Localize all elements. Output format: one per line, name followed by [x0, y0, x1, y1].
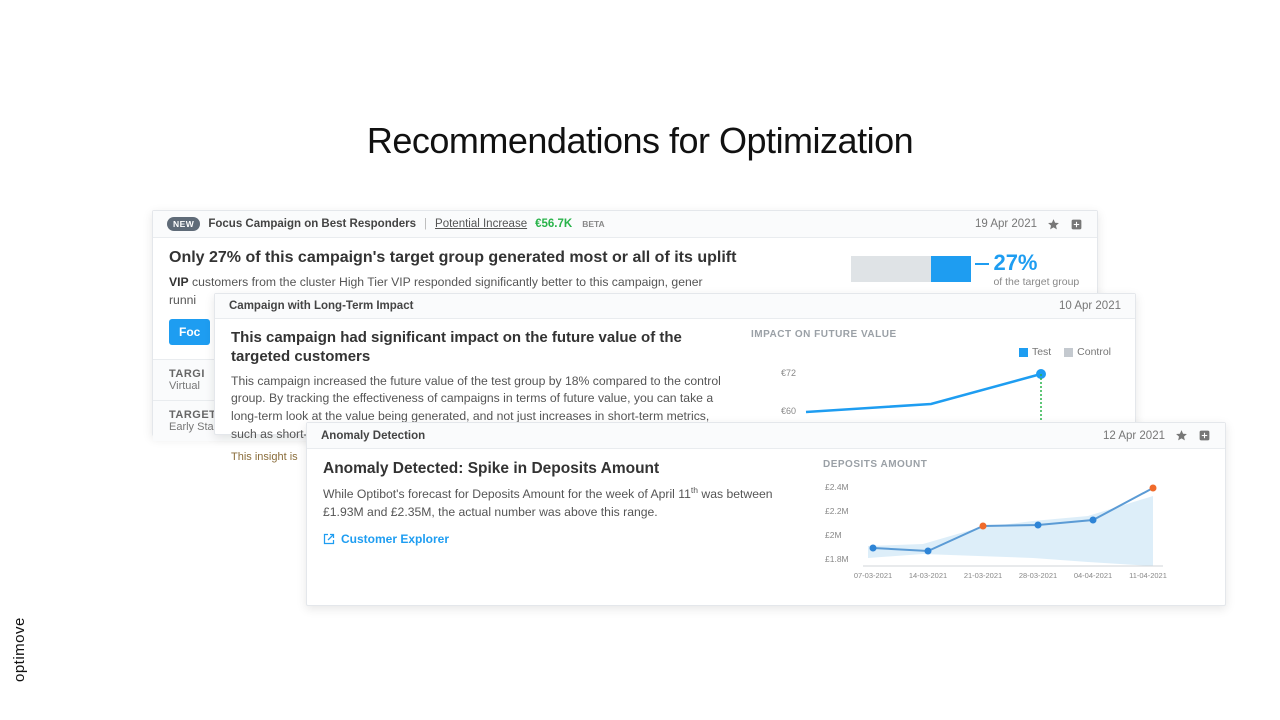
chart-title: DEPOSITS AMOUNT [823, 459, 1173, 470]
separator: | [424, 218, 427, 230]
insight-card-long-term-impact: Campaign with Long-Term Impact 10 Apr 20… [214, 293, 1136, 435]
focus-button[interactable]: Foc [169, 319, 210, 345]
svg-text:28-03-2021: 28-03-2021 [1019, 571, 1057, 580]
insight-headline: Anomaly Detected: Spike in Deposits Amou… [323, 459, 803, 478]
card-header-title: Anomaly Detection [321, 430, 425, 442]
card-header: Campaign with Long-Term Impact 10 Apr 20… [215, 294, 1135, 319]
deposits-chart: DEPOSITS AMOUNT £2.4M £2.2M £2M £1.8M [823, 459, 1173, 591]
add-icon[interactable] [1070, 218, 1083, 231]
bar-track [851, 256, 971, 282]
svg-text:€72: €72 [781, 368, 796, 378]
svg-text:04-04-2021: 04-04-2021 [1074, 571, 1112, 580]
insight-description: While Optibot's forecast for Deposits Am… [323, 484, 803, 521]
card-header-title: Focus Campaign on Best Responders [208, 218, 416, 230]
chart-svg: €72 €60 [751, 362, 1111, 422]
insight-headline: Only 27% of this campaign's target group… [169, 248, 831, 268]
card-header-title: Campaign with Long-Term Impact [229, 300, 413, 312]
card-header: NEW Focus Campaign on Best Responders | … [153, 211, 1097, 238]
insight-headline: This campaign had significant impact on … [231, 329, 731, 367]
svg-text:07-03-2021: 07-03-2021 [854, 571, 892, 580]
customer-explorer-link[interactable]: Customer Explorer [323, 532, 449, 546]
chart-legend: Test Control [751, 346, 1111, 358]
page-title: Recommendations for Optimization [0, 120, 1280, 162]
potential-increase-label[interactable]: Potential Increase [435, 218, 527, 230]
bar-percent: 27% [993, 250, 1079, 276]
insight-card-anomaly: Anomaly Detection 12 Apr 2021 Anomaly De… [306, 422, 1226, 606]
svg-text:£2.2M: £2.2M [825, 506, 849, 516]
bar-fill [931, 256, 971, 282]
bar-sub: of the target group [993, 276, 1079, 288]
legend-swatch-control [1064, 348, 1073, 357]
svg-text:21-03-2021: 21-03-2021 [964, 571, 1002, 580]
chart-title: IMPACT ON FUTURE VALUE [751, 329, 1111, 340]
legend-swatch-test [1019, 348, 1028, 357]
chart-svg: £2.4M £2.2M £2M £1.8M 07-03-2021 [823, 476, 1173, 586]
svg-text:€60: €60 [781, 406, 796, 416]
svg-text:£2.4M: £2.4M [825, 482, 849, 492]
card-date: 10 Apr 2021 [1059, 300, 1121, 312]
star-icon[interactable] [1047, 218, 1060, 231]
svg-text:14-03-2021: 14-03-2021 [909, 571, 947, 580]
new-badge: NEW [167, 217, 200, 231]
potential-increase-value: €56.7K [535, 218, 572, 230]
beta-badge: BETA [580, 219, 605, 229]
svg-text:11-04-2021: 11-04-2021 [1129, 571, 1167, 580]
add-icon[interactable] [1198, 429, 1211, 442]
card-date: 19 Apr 2021 [975, 218, 1037, 230]
brand-logo: optimove [11, 617, 28, 682]
svg-text:£2M: £2M [825, 530, 842, 540]
external-link-icon [323, 533, 335, 545]
card-header: Anomaly Detection 12 Apr 2021 [307, 423, 1225, 449]
star-icon[interactable] [1175, 429, 1188, 442]
card-date: 12 Apr 2021 [1103, 430, 1165, 442]
svg-text:£1.8M: £1.8M [825, 554, 849, 564]
